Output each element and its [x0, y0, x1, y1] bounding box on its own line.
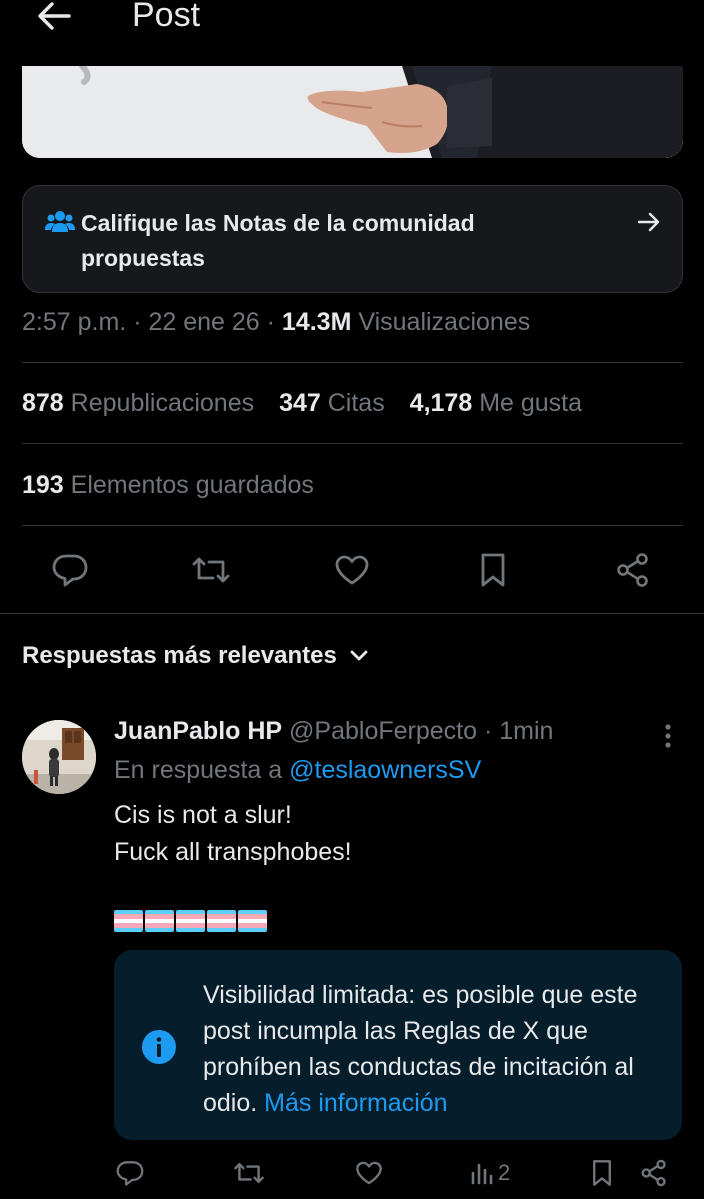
- repost-icon: [234, 1163, 264, 1183]
- more-vertical-icon: [665, 724, 671, 748]
- likes-count: 4,178: [409, 389, 473, 417]
- divider: [22, 525, 683, 526]
- heart-icon: [356, 1161, 382, 1185]
- views-count: 14.3M: [281, 308, 352, 336]
- transgender-flag-emoji: [238, 910, 267, 932]
- mention-link[interactable]: @teslaownersSV: [289, 756, 481, 784]
- people-icon: [45, 211, 75, 232]
- in-reply-prefix: En respuesta a: [114, 756, 283, 784]
- in-reply-to: En respuesta a @teslaownersSV: [114, 756, 481, 785]
- divider: [22, 362, 683, 363]
- bookmark-button[interactable]: [471, 548, 515, 592]
- bookmark-button[interactable]: [591, 1155, 613, 1191]
- bookmark-icon: [481, 553, 505, 587]
- post-timestamp: 2:57 p.m. · 22 ene 26 · 14.3M Visualizac…: [22, 308, 530, 337]
- transgender-flag-emoji: [145, 910, 174, 932]
- page-title: Post: [132, 0, 201, 34]
- replies-sort-dropdown[interactable]: Respuestas más relevantes: [22, 642, 369, 670]
- bookmarks-count: 193: [22, 471, 64, 499]
- engagement-stats: 878 Republicaciones 347 Citas 4,178 Me g…: [22, 389, 600, 418]
- photo-illustration: [22, 66, 683, 158]
- post-image[interactable]: [22, 66, 683, 158]
- likes-label: Me gusta: [479, 389, 583, 417]
- reposts-stat[interactable]: 878 Republicaciones: [22, 389, 261, 417]
- trans-flag-emojis: [114, 910, 267, 932]
- transgender-flag-emoji: [207, 910, 236, 932]
- share-button[interactable]: [640, 1155, 668, 1191]
- like-button[interactable]: [330, 548, 374, 592]
- limited-visibility-notice: Visibilidad limitada: es posible que est…: [114, 950, 682, 1140]
- separator: ·: [133, 308, 142, 336]
- replies-sort-label: Respuestas más relevantes: [22, 642, 337, 669]
- like-button[interactable]: [355, 1155, 383, 1191]
- bookmarks-stat[interactable]: 193 Elementos guardados: [22, 471, 314, 500]
- divider: [22, 443, 683, 444]
- reply-button[interactable]: [116, 1155, 144, 1191]
- more-options-button[interactable]: [656, 722, 680, 752]
- post-date: 22 ene 26: [148, 308, 260, 336]
- post-actions: [0, 548, 704, 592]
- back-button[interactable]: [34, 0, 74, 36]
- share-icon: [641, 1159, 666, 1187]
- reply-author-line: JuanPablo HP @PabloFerpecto · 1min: [114, 717, 553, 746]
- community-notes-banner[interactable]: Califique las Notas de la comunidad prop…: [22, 185, 683, 293]
- reply-icon: [116, 1161, 144, 1186]
- reposts-count: 878: [22, 389, 64, 417]
- reply-text: Cis is not a slur! Fuck all transphobes!: [114, 801, 352, 866]
- bar-chart-icon: [471, 1163, 493, 1185]
- display-name[interactable]: JuanPablo HP: [114, 717, 282, 745]
- top-bar: Post: [0, 0, 704, 42]
- reposts-label: Republicaciones: [70, 389, 255, 417]
- handle[interactable]: @PabloFerpecto: [289, 717, 477, 745]
- share-button[interactable]: [611, 548, 655, 592]
- transgender-flag-emoji: [114, 910, 143, 932]
- heart-icon: [335, 555, 369, 585]
- notice-text: Visibilidad limitada: es posible que est…: [203, 977, 663, 1121]
- transgender-flag-emoji: [176, 910, 205, 932]
- quotes-count: 347: [279, 389, 321, 417]
- reply-icon: [52, 554, 88, 587]
- bookmark-icon: [593, 1160, 611, 1186]
- likes-stat[interactable]: 4,178 Me gusta: [410, 389, 582, 417]
- avatar[interactable]: [22, 720, 96, 794]
- post-time: 2:57 p.m.: [22, 308, 127, 336]
- quotes-label: Citas: [327, 389, 385, 417]
- views-count: 2: [498, 1160, 511, 1185]
- quotes-stat[interactable]: 347 Citas: [279, 389, 392, 417]
- repost-button[interactable]: [189, 548, 233, 592]
- community-notes-label: Califique las Notas de la comunidad prop…: [81, 210, 475, 271]
- reply-button[interactable]: [48, 548, 92, 592]
- reply-actions: 2: [0, 1155, 704, 1191]
- arrow-right-icon: [638, 212, 660, 232]
- repost-icon: [192, 557, 230, 583]
- divider: [0, 613, 704, 614]
- separator: ·: [266, 308, 275, 336]
- arrow-left-icon: [38, 2, 71, 30]
- bookmarks-label: Elementos guardados: [70, 471, 314, 499]
- views-label: Visualizaciones: [358, 308, 531, 336]
- chevron-down-icon: [350, 650, 368, 661]
- avatar-photo: [22, 720, 96, 794]
- info-icon: [142, 1030, 176, 1064]
- more-info-link[interactable]: Más información: [264, 1089, 447, 1117]
- separator: ·: [483, 717, 493, 745]
- reply-time: 1min: [499, 717, 554, 745]
- repost-button[interactable]: [233, 1155, 265, 1191]
- views-button[interactable]: 2: [470, 1155, 510, 1191]
- share-icon: [617, 553, 648, 587]
